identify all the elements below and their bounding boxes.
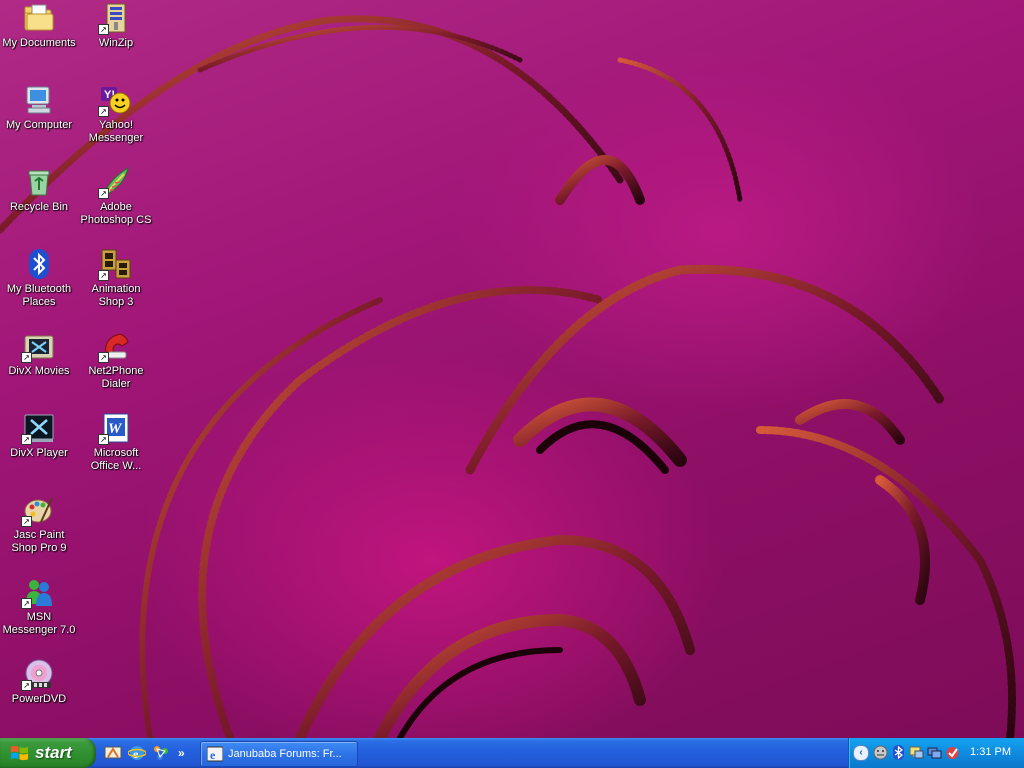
- icon-label: My Computer: [5, 119, 73, 131]
- shortcut-arrow-icon: ↗: [98, 270, 109, 281]
- shortcut-arrow-icon: ↗: [98, 24, 109, 35]
- photoshop-feather-icon: ↗: [98, 166, 132, 199]
- computer-icon: [23, 84, 55, 116]
- system-tray: ‹ 1:31 PM: [848, 738, 1024, 768]
- windows-logo-icon: [10, 745, 29, 760]
- word-document-icon: W ↗: [98, 412, 132, 445]
- desktop-icon-powerdvd[interactable]: ↗ PowerDVD: [0, 658, 78, 706]
- winzip-icon: ↗: [98, 2, 132, 35]
- bluetooth-tray-icon[interactable]: [891, 745, 906, 760]
- svg-text:e: e: [210, 748, 216, 762]
- icon-label: MSN Messenger 7.0: [2, 611, 76, 636]
- recycle-bin-icon: [23, 166, 55, 198]
- desktop-icon-divx-movies[interactable]: ↗ DivX Movies: [0, 330, 78, 378]
- desktop-icon-adobe-photoshop[interactable]: ↗ Adobe Photoshop CS: [77, 166, 155, 227]
- shortcut-arrow-icon: ↗: [98, 352, 109, 363]
- network-tool-icon[interactable]: [152, 744, 170, 762]
- display-icon[interactable]: [927, 745, 942, 760]
- desktop-icon-my-computer[interactable]: My Computer: [0, 84, 78, 132]
- icon-label: DivX Player: [10, 447, 68, 459]
- shortcut-arrow-icon: ↗: [21, 516, 32, 527]
- internet-explorer-icon: e: [207, 746, 223, 762]
- shortcut-arrow-icon: ↗: [21, 434, 32, 445]
- icon-label: My Bluetooth Places: [6, 283, 72, 308]
- desktop-icon-microsoft-office-word[interactable]: W ↗ Microsoft Office W...: [77, 412, 155, 473]
- shortcut-arrow-icon: ↗: [98, 188, 109, 199]
- icon-label: Net2Phone Dialer: [88, 365, 144, 390]
- desktop-icon-recycle-bin[interactable]: Recycle Bin: [0, 166, 78, 214]
- shortcut-arrow-icon: ↗: [21, 598, 32, 609]
- start-label: start: [35, 743, 72, 762]
- svg-text:W: W: [108, 421, 123, 437]
- desktop[interactable]: My Documents My Computer Recycle Bin My …: [0, 0, 1024, 738]
- desktop-icon-animation-shop[interactable]: ↗ Animation Shop 3: [77, 248, 155, 309]
- taskbar[interactable]: start e » e Janubaba Forums: Fr... ‹ 1:3…: [0, 738, 1024, 768]
- folder-documents-icon: [23, 2, 55, 34]
- icon-label: Jasc Paint Shop Pro 9: [11, 529, 67, 554]
- icon-label: My Documents: [2, 37, 76, 49]
- desktop-icon-my-documents[interactable]: My Documents: [0, 2, 78, 50]
- film-strip-icon: ↗: [98, 248, 132, 281]
- taskbar-window-button[interactable]: e Janubaba Forums: Fr...: [200, 741, 358, 767]
- desktop-icon-my-bluetooth-places[interactable]: My Bluetooth Places: [0, 248, 78, 309]
- shortcut-arrow-icon: ↗: [21, 680, 32, 691]
- start-button[interactable]: start: [0, 738, 96, 768]
- desktop-icon-divx-player[interactable]: ↗ DivX Player: [0, 412, 78, 460]
- icon-label: DivX Movies: [8, 365, 70, 377]
- security-icon[interactable]: [945, 745, 960, 760]
- icon-label: Animation Shop 3: [91, 283, 141, 308]
- icon-label: Recycle Bin: [9, 201, 69, 213]
- shortcut-arrow-icon: ↗: [21, 352, 32, 363]
- tray-expand-button[interactable]: ‹: [853, 745, 869, 761]
- show-desktop-icon[interactable]: [104, 744, 122, 762]
- icon-label: Adobe Photoshop CS: [80, 201, 152, 226]
- icon-label: WinZip: [98, 37, 134, 49]
- shortcut-arrow-icon: ↗: [98, 434, 109, 445]
- desktop-icon-yahoo-messenger[interactable]: Y! ↗ Yahoo! Messenger: [77, 84, 155, 145]
- internet-explorer-icon[interactable]: e: [128, 744, 146, 762]
- bluetooth-icon: [23, 248, 55, 280]
- divx-player-icon: ↗: [21, 412, 55, 445]
- desktop-icon-net2phone-dialer[interactable]: ↗ Net2Phone Dialer: [77, 330, 155, 391]
- desktop-icon-msn-messenger[interactable]: ↗ MSN Messenger 7.0: [0, 576, 78, 637]
- dvd-disc-icon: ↗: [21, 658, 55, 691]
- quick-launch-bar: e »: [104, 743, 185, 763]
- msn-messenger-icon: ↗: [21, 576, 55, 609]
- paint-palette-icon: ↗: [21, 494, 55, 527]
- messenger-status-icon[interactable]: [873, 745, 888, 760]
- icon-label: PowerDVD: [11, 693, 67, 705]
- clock[interactable]: 1:31 PM: [970, 746, 1011, 758]
- divx-movies-icon: ↗: [21, 330, 55, 363]
- phone-icon: ↗: [98, 330, 132, 363]
- quick-launch-more-button[interactable]: »: [178, 746, 185, 760]
- taskbar-window-title: Janubaba Forums: Fr...: [228, 748, 342, 760]
- network-monitor-icon[interactable]: [909, 745, 924, 760]
- icon-label: Yahoo! Messenger: [88, 119, 144, 144]
- shortcut-arrow-icon: ↗: [98, 106, 109, 117]
- icon-label: Microsoft Office W...: [90, 447, 142, 472]
- yahoo-messenger-icon: Y! ↗: [98, 84, 132, 117]
- desktop-icon-jasc-paint-shop-pro[interactable]: ↗ Jasc Paint Shop Pro 9: [0, 494, 78, 555]
- desktop-icon-winzip[interactable]: ↗ WinZip: [77, 2, 155, 50]
